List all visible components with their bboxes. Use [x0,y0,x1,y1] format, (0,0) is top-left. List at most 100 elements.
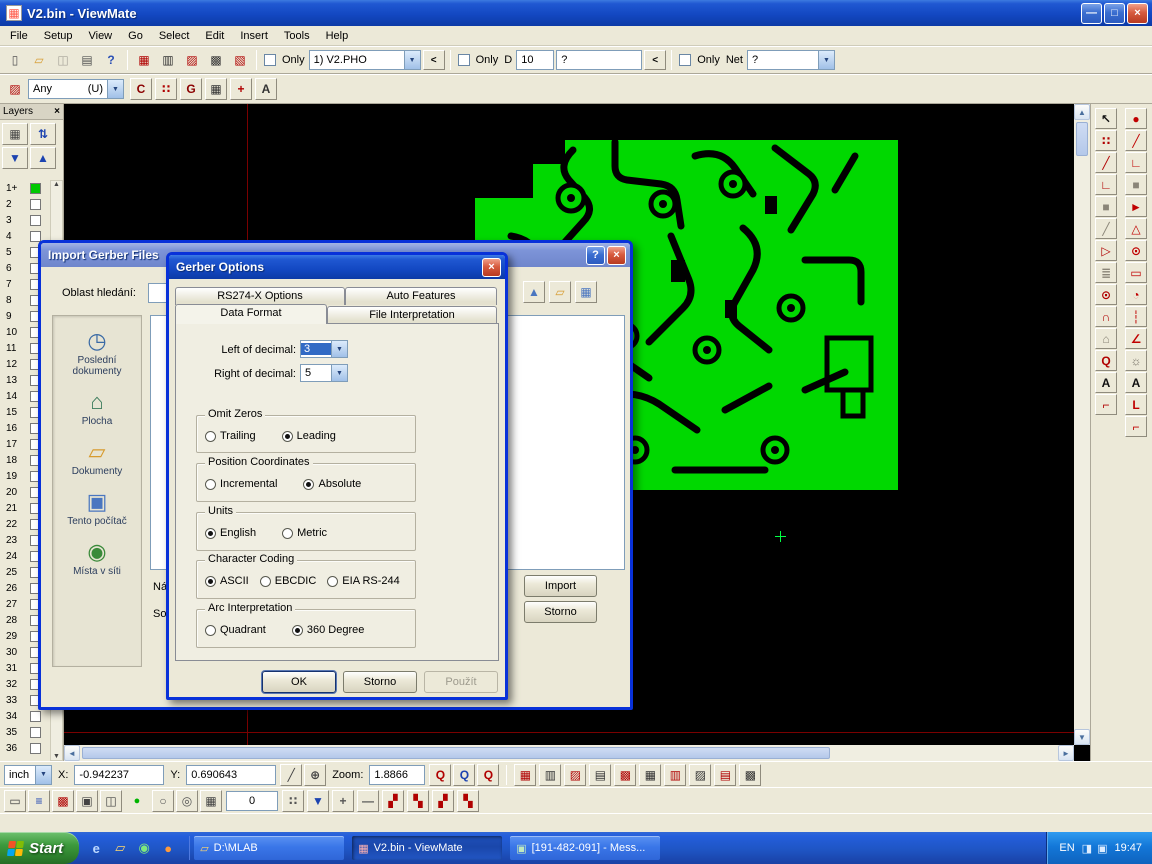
flash-icon[interactable]: ☼ [1125,350,1147,371]
letter-a-icon[interactable]: A [1125,372,1147,393]
chevron-down-icon[interactable]: ▼ [331,341,347,357]
up-level-icon[interactable]: ▲ [523,281,545,303]
chevron-down-icon[interactable]: ▼ [35,766,51,784]
chevron-down-icon[interactable]: ▼ [818,51,834,69]
draw-square-icon[interactable]: ■ [1125,174,1147,195]
dash-icon[interactable]: — [357,790,379,812]
place-my-computer[interactable]: ▣ Tento počítač [53,490,141,527]
radio-metric[interactable]: Metric [282,527,327,539]
polygon-icon[interactable]: ⌂ [1095,328,1117,349]
scroll-down-icon[interactable]: ▼ [53,753,60,760]
aperture-filter-combobox[interactable]: Any (U) ▼ [28,79,124,99]
layers-panel-header[interactable]: Layers × [0,104,63,120]
minimize-button[interactable]: — [1081,3,1102,24]
prev-layer-button[interactable]: < [423,50,445,70]
scroll-up-icon[interactable]: ▲ [1074,104,1090,120]
origin-target-icon[interactable]: ⊕ [304,764,326,786]
chevron-down-icon[interactable]: ▼ [107,80,123,98]
draw-pie-icon[interactable]: ◔ [1125,284,1147,305]
layer-table-icon[interactable]: ▩ [205,49,227,71]
menu-select[interactable]: Select [151,27,198,45]
horizontal-scrollbar[interactable]: ◄ ► [64,745,1074,761]
aperture-list-icon[interactable]: ▥ [157,49,179,71]
filled-square-icon[interactable]: ■ [1095,196,1117,217]
gray-slash-icon[interactable]: ╱ [1095,218,1117,239]
move-cross-icon[interactable]: + [332,790,354,812]
layer-row[interactable]: 1+ [0,180,50,196]
line-stack-icon[interactable]: ≣ [1095,262,1117,283]
layer-swatch[interactable] [30,215,41,226]
measure-diagonal-icon[interactable]: ╱ [280,764,302,786]
corner-angle-icon[interactable]: ∟ [1095,174,1117,195]
draw-circle-icon[interactable]: ⊙ [1125,240,1147,261]
menu-insert[interactable]: Insert [232,27,276,45]
place-documents[interactable]: ▱ Dokumenty [53,440,141,477]
red-dot-pattern-icon-2[interactable]: ▚ [407,790,429,812]
arc-icon[interactable]: ∩ [1095,306,1117,327]
browser-shortcut-icon[interactable]: ● [159,839,177,857]
red-dot-pattern-icon-4[interactable]: ▚ [457,790,479,812]
red-grid-icon-3[interactable]: ▩ [614,764,636,786]
zoom-point-icon[interactable]: Q [429,764,451,786]
grid-pattern-icon[interactable]: ▦ [205,78,227,100]
horizontal-scroll-thumb[interactable] [82,747,830,759]
left-of-decimal-combobox[interactable]: 3 ▼ [300,340,348,358]
letter-g-icon[interactable]: G [180,78,202,100]
tab-file-interpretation[interactable]: File Interpretation [327,306,497,324]
tab-data-format[interactable]: Data Format [175,304,327,324]
close-button[interactable]: × [607,246,626,265]
ie-icon[interactable]: e [87,839,105,857]
pad-pair-icon[interactable]: ∷ [1095,130,1117,151]
highlight-dcodes-icon[interactable]: ▦ [133,49,155,71]
layer-swatch[interactable] [30,711,41,722]
radio-trailing[interactable]: Trailing [205,430,256,442]
pointer-cursor-icon[interactable]: ↖ [1095,108,1117,129]
dark-grid-icon-5[interactable]: ▩ [739,764,761,786]
radio-incremental[interactable]: Incremental [205,478,277,490]
red-checker-icon[interactable]: ▩ [52,790,74,812]
layer-table-icon[interactable]: ▦ [2,123,28,145]
right-of-decimal-combobox[interactable]: 5 ▼ [300,364,348,382]
close-button[interactable]: × [1127,3,1148,24]
triangle-right-icon[interactable]: ▷ [1095,240,1117,261]
language-indicator[interactable]: EN [1059,842,1074,854]
scroll-up-icon[interactable]: ▲ [53,181,60,188]
rotation-value[interactable]: 0 [226,791,278,811]
scroll-right-icon[interactable]: ► [1058,745,1074,761]
circle-dot-icon[interactable]: ⊙ [1095,284,1117,305]
dark-grid-icon-1[interactable]: ▥ [539,764,561,786]
prev-dcode-button[interactable]: < [644,50,666,70]
cancel-button[interactable]: Storno [524,601,597,623]
radio-ebcdic[interactable]: EBCDIC [260,575,317,587]
draw-corner-icon[interactable]: ∟ [1125,152,1147,173]
probe-icon[interactable]: ◎ [176,790,198,812]
layer-down-icon[interactable]: ▼ [2,147,28,169]
diagonal-line-icon[interactable]: ╱ [1095,152,1117,173]
net-combobox[interactable]: ? ▼ [747,50,835,70]
dark-grid-icon-2[interactable]: ▤ [589,764,611,786]
start-button[interactable]: Start [0,832,79,864]
layer-row[interactable]: 36 [0,740,50,756]
red-dot-pattern-icon-3[interactable]: ▞ [432,790,454,812]
open-folder-icon[interactable]: ▱ [28,49,50,71]
draw-line-icon[interactable]: ╱ [1125,130,1147,151]
radio-english[interactable]: English [205,527,256,539]
red-grid-icon-1[interactable]: ▦ [514,764,536,786]
layer-lines-icon[interactable]: ≡ [28,790,50,812]
layer-swatch[interactable] [30,231,41,242]
red-grid-icon-2[interactable]: ▨ [564,764,586,786]
layer-row[interactable]: 2 [0,196,50,212]
letter-l-icon[interactable]: L [1125,394,1147,415]
view-menu-icon[interactable]: ▦ [575,281,597,303]
dcode-table-icon[interactable]: ▨ [181,49,203,71]
layer-row[interactable]: 3 [0,212,50,228]
plus-icon[interactable]: + [230,78,252,100]
layer-combobox[interactable]: 1) V2.PHO ▼ [309,50,421,70]
overlay-icon[interactable]: ◫ [100,790,122,812]
unit-combobox[interactable]: inch ▼ [4,765,52,785]
import-button[interactable]: Import [524,575,597,597]
layer-swap-icon[interactable]: ⇅ [30,123,56,145]
tab-auto-features[interactable]: Auto Features [345,287,497,305]
menu-view[interactable]: View [80,27,120,45]
red-grid-icon-5[interactable]: ▤ [714,764,736,786]
